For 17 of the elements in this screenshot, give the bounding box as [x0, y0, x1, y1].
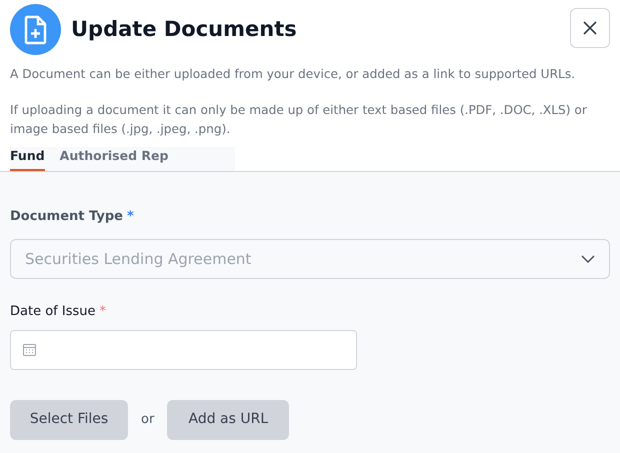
close-button[interactable] [570, 8, 610, 48]
field-label: Date of Issue [10, 303, 96, 322]
required-mark: * [99, 303, 106, 322]
calendar-icon [23, 343, 36, 356]
chevron-down-icon [581, 255, 595, 264]
document-add-icon [10, 4, 61, 55]
tab[interactable]: Authorised Rep [60, 147, 168, 171]
or-separator: or [141, 411, 154, 429]
add-url-button[interactable]: Add as URL [167, 400, 290, 440]
intro-paragraph: If uploading a document it can only be made up of either text based files (.PDF, .DOC, .XLS) or image based files (.jpg, .jpeg, .png). [10, 102, 588, 138]
date-field[interactable] [10, 330, 357, 370]
intro-paragraph: A Document can be either uploaded from your device, or added as a link to supported URLs. [10, 66, 576, 83]
dialog-title: Update Documents [71, 16, 297, 43]
field-label: Document Type [10, 208, 123, 226]
close-icon [583, 21, 597, 35]
required-mark: * [126, 208, 134, 226]
select-files-button[interactable]: Select Files [10, 400, 128, 440]
